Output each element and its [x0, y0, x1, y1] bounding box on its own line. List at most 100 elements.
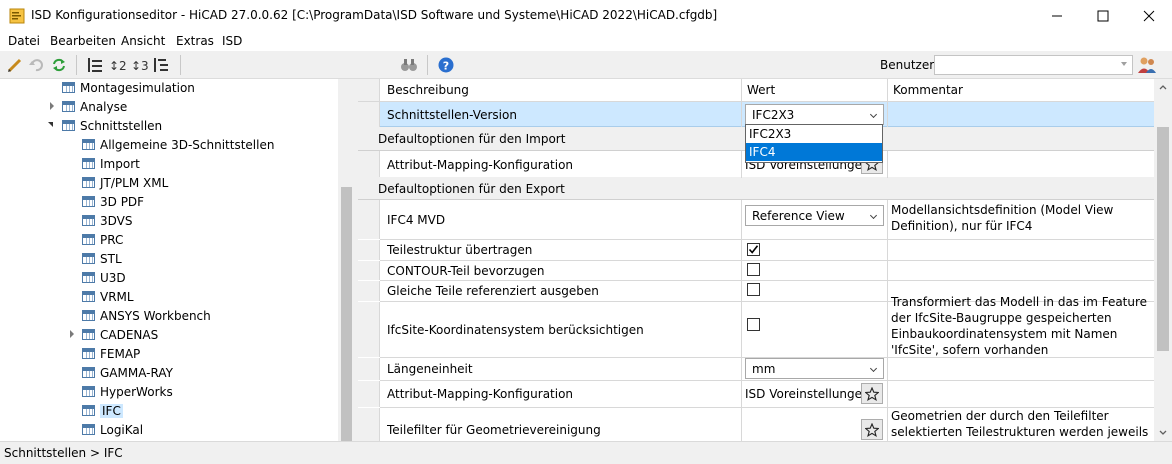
- binoculars-icon[interactable]: [400, 56, 418, 74]
- ifc4-mvd-combobox[interactable]: Reference View: [745, 205, 884, 226]
- users-icon[interactable]: [1137, 56, 1157, 74]
- minimize-button[interactable]: [1034, 0, 1080, 31]
- grid-scrollbar[interactable]: [1154, 79, 1172, 441]
- grid-icon: [82, 234, 95, 245]
- combobox-value: IFC2X3: [752, 107, 795, 122]
- row-header: [358, 358, 380, 380]
- level-2-icon[interactable]: ↕2: [108, 56, 126, 74]
- tree-node[interactable]: GAMMA-RAY: [82, 363, 173, 382]
- tree-node-label: IFC: [100, 403, 123, 418]
- grid-line: [887, 151, 888, 178]
- tree-node[interactable]: JT/PLM XML: [82, 173, 168, 192]
- category-tree[interactable]: Montagesimulation Analyse Schnittstellen Al…: [0, 79, 355, 441]
- grid-icon: [82, 367, 95, 378]
- tree-node[interactable]: Import: [82, 154, 140, 173]
- dropdown-option-ifc2x3[interactable]: IFC2X3: [746, 125, 882, 143]
- expand-arrow-icon[interactable]: [70, 330, 74, 338]
- expand-arrow-icon[interactable]: [50, 102, 54, 110]
- chevron-down-icon: [869, 211, 878, 220]
- star-icon: [865, 422, 879, 437]
- tree-node-label: JT/PLM XML: [100, 175, 169, 190]
- tree-node[interactable]: STL: [82, 249, 122, 268]
- undo-icon[interactable]: [27, 56, 45, 74]
- contour-checkbox[interactable]: [747, 263, 760, 276]
- menu-bearbeiten[interactable]: Bearbeiten: [50, 34, 116, 48]
- export-mapping-star-button[interactable]: [861, 383, 883, 404]
- benutzer-label: Benutzer: [880, 58, 935, 72]
- tree-node[interactable]: 3DVS: [82, 211, 133, 230]
- row-header: [358, 102, 380, 127]
- tree-node[interactable]: Montagesimulation: [62, 79, 195, 97]
- version-dropdown-list[interactable]: IFC2X3 IFC4: [745, 124, 883, 163]
- tree-node-label: Analyse: [80, 99, 128, 114]
- grid-icon: [82, 158, 95, 169]
- tree-node[interactable]: Schnittstellen: [48, 116, 162, 135]
- menu-extras[interactable]: Extras: [176, 34, 214, 48]
- maximize-icon: [1097, 10, 1109, 21]
- grid-icon: [82, 291, 95, 302]
- tree-node[interactable]: U3D: [82, 268, 126, 287]
- row-label: Schnittstellen-Version: [387, 107, 517, 122]
- laengeneinheit-combobox[interactable]: mm: [745, 358, 884, 379]
- collapse-arrow-icon[interactable]: [48, 122, 53, 127]
- menu-isd[interactable]: ISD: [222, 34, 242, 48]
- schnittstellen-version-combobox[interactable]: IFC2X3: [745, 104, 884, 125]
- header-wert[interactable]: Wert: [747, 79, 775, 101]
- row-header: [358, 408, 380, 441]
- refresh-icon[interactable]: [50, 56, 68, 74]
- combobox-value: mm: [752, 361, 776, 376]
- ifcsite-checkbox[interactable]: [747, 318, 760, 331]
- tree-node[interactable]: VRML: [82, 287, 134, 306]
- pencil-icon[interactable]: [6, 56, 24, 74]
- tree-node[interactable]: IFC: [82, 401, 123, 420]
- grid-icon: [82, 405, 95, 416]
- grid-icon: [82, 348, 95, 359]
- teilefilter-star-button[interactable]: [861, 419, 883, 440]
- tree-node[interactable]: ANSYS Workbench: [82, 306, 211, 325]
- tree-scrollbar[interactable]: [338, 79, 355, 445]
- teilestruktur-checkbox[interactable]: [747, 243, 760, 256]
- toolbar-separator: [427, 55, 428, 75]
- benutzer-combobox[interactable]: [934, 55, 1133, 75]
- tree-scrollbar-thumb[interactable]: [341, 187, 352, 445]
- grid-icon: [62, 120, 75, 131]
- dropdown-option-ifc4[interactable]: IFC4: [746, 143, 882, 161]
- level-1-icon[interactable]: [86, 56, 104, 74]
- status-bar: Schnittstellen > IFC: [0, 441, 1172, 464]
- expand-all-icon[interactable]: [152, 56, 170, 74]
- tree-node[interactable]: CADENAS: [70, 325, 158, 344]
- tree-node-label: ANSYS Workbench: [100, 308, 211, 323]
- scroll-up-icon[interactable]: [1159, 84, 1167, 90]
- svg-text:↕2: ↕2: [109, 59, 126, 73]
- tree-node[interactable]: Allgemeine 3D-Schnittstellen: [82, 135, 274, 154]
- tree-node[interactable]: PRC: [82, 230, 123, 249]
- header-beschreibung[interactable]: Beschreibung: [387, 79, 469, 101]
- tree-node-label: U3D: [100, 270, 126, 285]
- gleiche-teile-checkbox[interactable]: [747, 283, 760, 296]
- tree-node[interactable]: LogiKal: [82, 420, 143, 439]
- menu-bar: Datei Bearbeiten Ansicht Extras ISD: [0, 31, 1172, 51]
- group-label: Defaultoptionen für den Export: [378, 182, 565, 196]
- help-icon[interactable]: ?: [437, 56, 455, 74]
- menu-datei[interactable]: Datei: [8, 34, 40, 48]
- export-mapping-value: ISD Voreinstellungen: [745, 387, 870, 401]
- header-kommentar[interactable]: Kommentar: [893, 79, 963, 101]
- close-button[interactable]: [1126, 0, 1172, 31]
- tree-node-label: HyperWorks: [100, 384, 173, 399]
- svg-text:?: ?: [443, 60, 449, 73]
- tree-node-label: LogiKal: [100, 422, 144, 437]
- menu-ansicht[interactable]: Ansicht: [121, 34, 165, 48]
- level-3-icon[interactable]: ↕3: [130, 56, 148, 74]
- tree-node[interactable]: Analyse: [50, 97, 128, 116]
- maximize-button[interactable]: [1080, 0, 1126, 31]
- tree-node[interactable]: FEMAP: [82, 344, 140, 363]
- row-label: Attribut-Mapping-Konfiguration: [387, 387, 574, 401]
- tree-node[interactable]: HyperWorks: [82, 382, 173, 401]
- grid-line: [741, 79, 742, 127]
- title-bar[interactable]: ISD Konfigurationseditor - HiCAD 27.0.0.…: [0, 0, 1172, 31]
- group-export[interactable]: Defaultoptionen für den Export: [358, 177, 1154, 200]
- scroll-down-icon[interactable]: [1159, 430, 1167, 436]
- grid-scrollbar-thumb[interactable]: [1157, 127, 1169, 351]
- tree-node[interactable]: 3D PDF: [82, 192, 144, 211]
- toolbar-separator: [76, 55, 77, 75]
